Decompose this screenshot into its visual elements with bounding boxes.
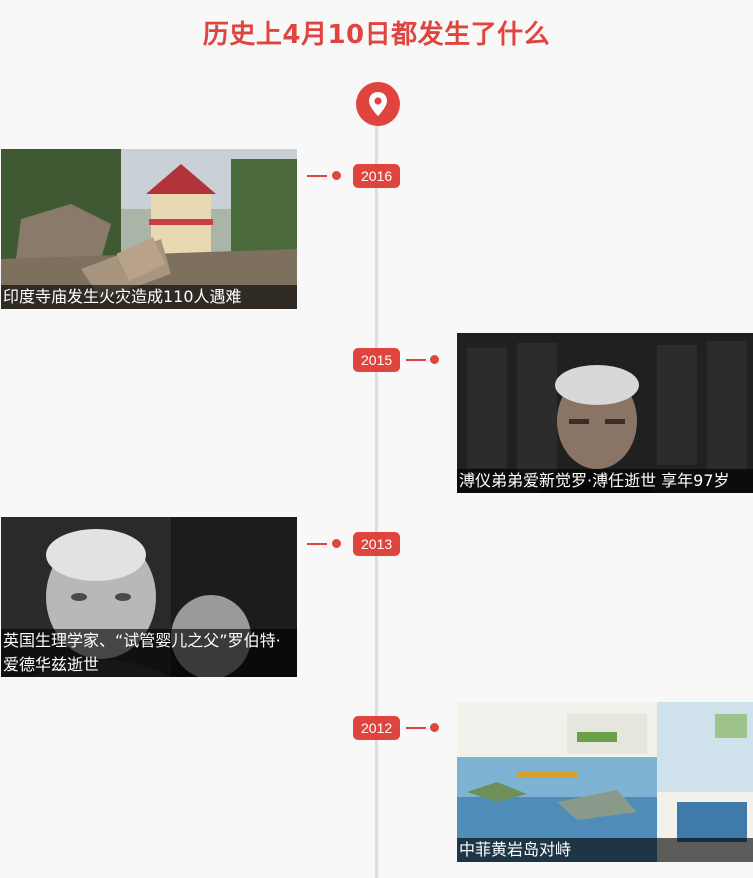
page-title: 历史上4月10日都发生了什么 — [202, 20, 551, 50]
timeline-connector — [406, 727, 426, 729]
timeline-dot — [332, 539, 341, 548]
timeline-dot — [430, 723, 439, 732]
event-caption: 英国生理学家、“试管婴儿之父”罗伯特·爱德华兹逝世 — [1, 629, 297, 677]
year-badge-2016: 2016 — [353, 164, 401, 188]
event-card-2012[interactable]: 中菲黄岩岛对峙 — [457, 702, 753, 862]
timeline-connector — [406, 359, 426, 361]
year-badge-2013: 2013 — [353, 532, 401, 556]
event-card-2016[interactable]: 印度寺庙发生火灾造成110人遇难 — [1, 149, 297, 309]
event-caption: 溥仪弟弟爱新觉罗·溥任逝世 享年97岁 — [457, 469, 753, 493]
event-caption: 印度寺庙发生火灾造成110人遇难 — [1, 285, 297, 309]
year-badge-2015: 2015 — [353, 348, 401, 372]
timeline-dot — [332, 171, 341, 180]
location-pin-icon — [356, 82, 400, 126]
event-caption: 中菲黄岩岛对峙 — [457, 838, 753, 862]
timeline-connector — [307, 543, 327, 545]
event-card-2015[interactable]: 溥仪弟弟爱新觉罗·溥任逝世 享年97岁 — [457, 333, 753, 493]
timeline-dot — [430, 355, 439, 364]
event-card-2013[interactable]: 英国生理学家、“试管婴儿之父”罗伯特·爱德华兹逝世 — [1, 517, 297, 677]
timeline-connector — [307, 175, 327, 177]
timeline-axis — [375, 118, 378, 878]
year-badge-2012: 2012 — [353, 716, 401, 740]
